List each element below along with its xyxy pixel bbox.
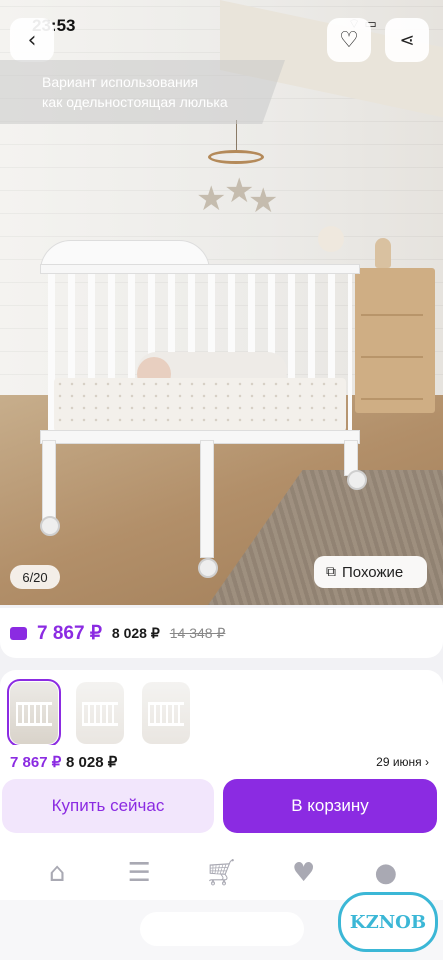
mobile-ring xyxy=(208,150,264,164)
photo-counter: 6/20 xyxy=(10,565,60,589)
variant-thumbnails xyxy=(0,670,443,750)
price-card: 7 867 ₽ 8 028 ₽ 14 348 ₽ xyxy=(0,608,443,658)
dresser-drawer xyxy=(361,278,423,316)
dresser-drawer xyxy=(361,362,423,400)
dresser-drawer xyxy=(361,320,423,358)
wallet-icon xyxy=(10,626,27,640)
mobile-string xyxy=(236,120,237,152)
buybar-price-regular: 8 028 ₽ xyxy=(66,754,118,771)
caption-line: Вариант использования xyxy=(42,74,199,90)
similar-button[interactable]: ⧉ Похожие xyxy=(314,556,427,588)
favorite-button[interactable]: ♡ xyxy=(327,18,371,62)
similar-search-icon: ⧉ xyxy=(326,564,336,580)
crib-top-rail xyxy=(40,264,360,274)
favorites-icon[interactable]: ♥ xyxy=(284,858,324,888)
profile-icon[interactable]: ● xyxy=(366,858,406,888)
star-decoration: ★ xyxy=(248,181,279,221)
home-indicator[interactable] xyxy=(140,912,304,946)
chevron-right-icon: › xyxy=(425,755,429,769)
add-to-cart-button[interactable]: В корзину xyxy=(223,779,437,833)
price-with-wallet: 7 867 ₽ xyxy=(37,622,102,644)
chevron-left-icon: ‹ xyxy=(27,27,37,53)
caption-line: как одельностоящая люлька xyxy=(42,94,228,110)
share-button[interactable]: ⋖ xyxy=(385,18,429,62)
crib-illustration xyxy=(40,240,367,578)
thumbnail-crib-image xyxy=(16,702,52,726)
home-icon[interactable]: ⌂ xyxy=(37,858,77,888)
photo-caption: Вариант использования как одельностоящая… xyxy=(0,60,285,124)
buybar-price-wallet: 7 867 ₽ xyxy=(10,754,62,771)
crib-leg xyxy=(200,440,214,558)
heart-icon: ♡ xyxy=(339,27,359,53)
price-regular: 8 028 ₽ xyxy=(111,624,160,641)
delivery-date[interactable]: 29 июня › xyxy=(376,755,429,769)
share-icon: ⋖ xyxy=(399,29,415,51)
back-button[interactable]: ‹ xyxy=(10,18,54,62)
variant-thumbnail[interactable] xyxy=(142,682,190,744)
photo-dresser xyxy=(355,268,435,413)
similar-label: Похожие xyxy=(342,563,404,581)
purchase-bar: 7 867 ₽ 8 028 ₽ 29 июня › Купить сейчас … xyxy=(0,745,443,845)
photo-vase xyxy=(375,238,391,268)
buy-now-button[interactable]: Купить сейчас xyxy=(2,779,214,833)
variant-thumbnail[interactable] xyxy=(76,682,124,744)
crib-wheel xyxy=(40,516,60,536)
star-decoration: ★ xyxy=(196,179,227,219)
crib-wheel xyxy=(347,470,367,490)
variant-thumbnail[interactable] xyxy=(7,679,61,747)
watermark-logo: KZNOB xyxy=(338,892,438,952)
delivery-date-label: 29 июня xyxy=(376,755,422,769)
thumbnail-crib-image xyxy=(82,702,118,726)
price-old: 14 348 ₽ xyxy=(169,624,226,641)
thumbnail-crib-image xyxy=(148,702,184,726)
crib-wheel xyxy=(198,558,218,578)
cart-icon[interactable]: 🛒︎ xyxy=(201,858,241,888)
crib-mattress xyxy=(54,378,346,432)
catalog-search-icon[interactable]: ☰ xyxy=(119,858,159,888)
crib-leg xyxy=(42,440,56,520)
